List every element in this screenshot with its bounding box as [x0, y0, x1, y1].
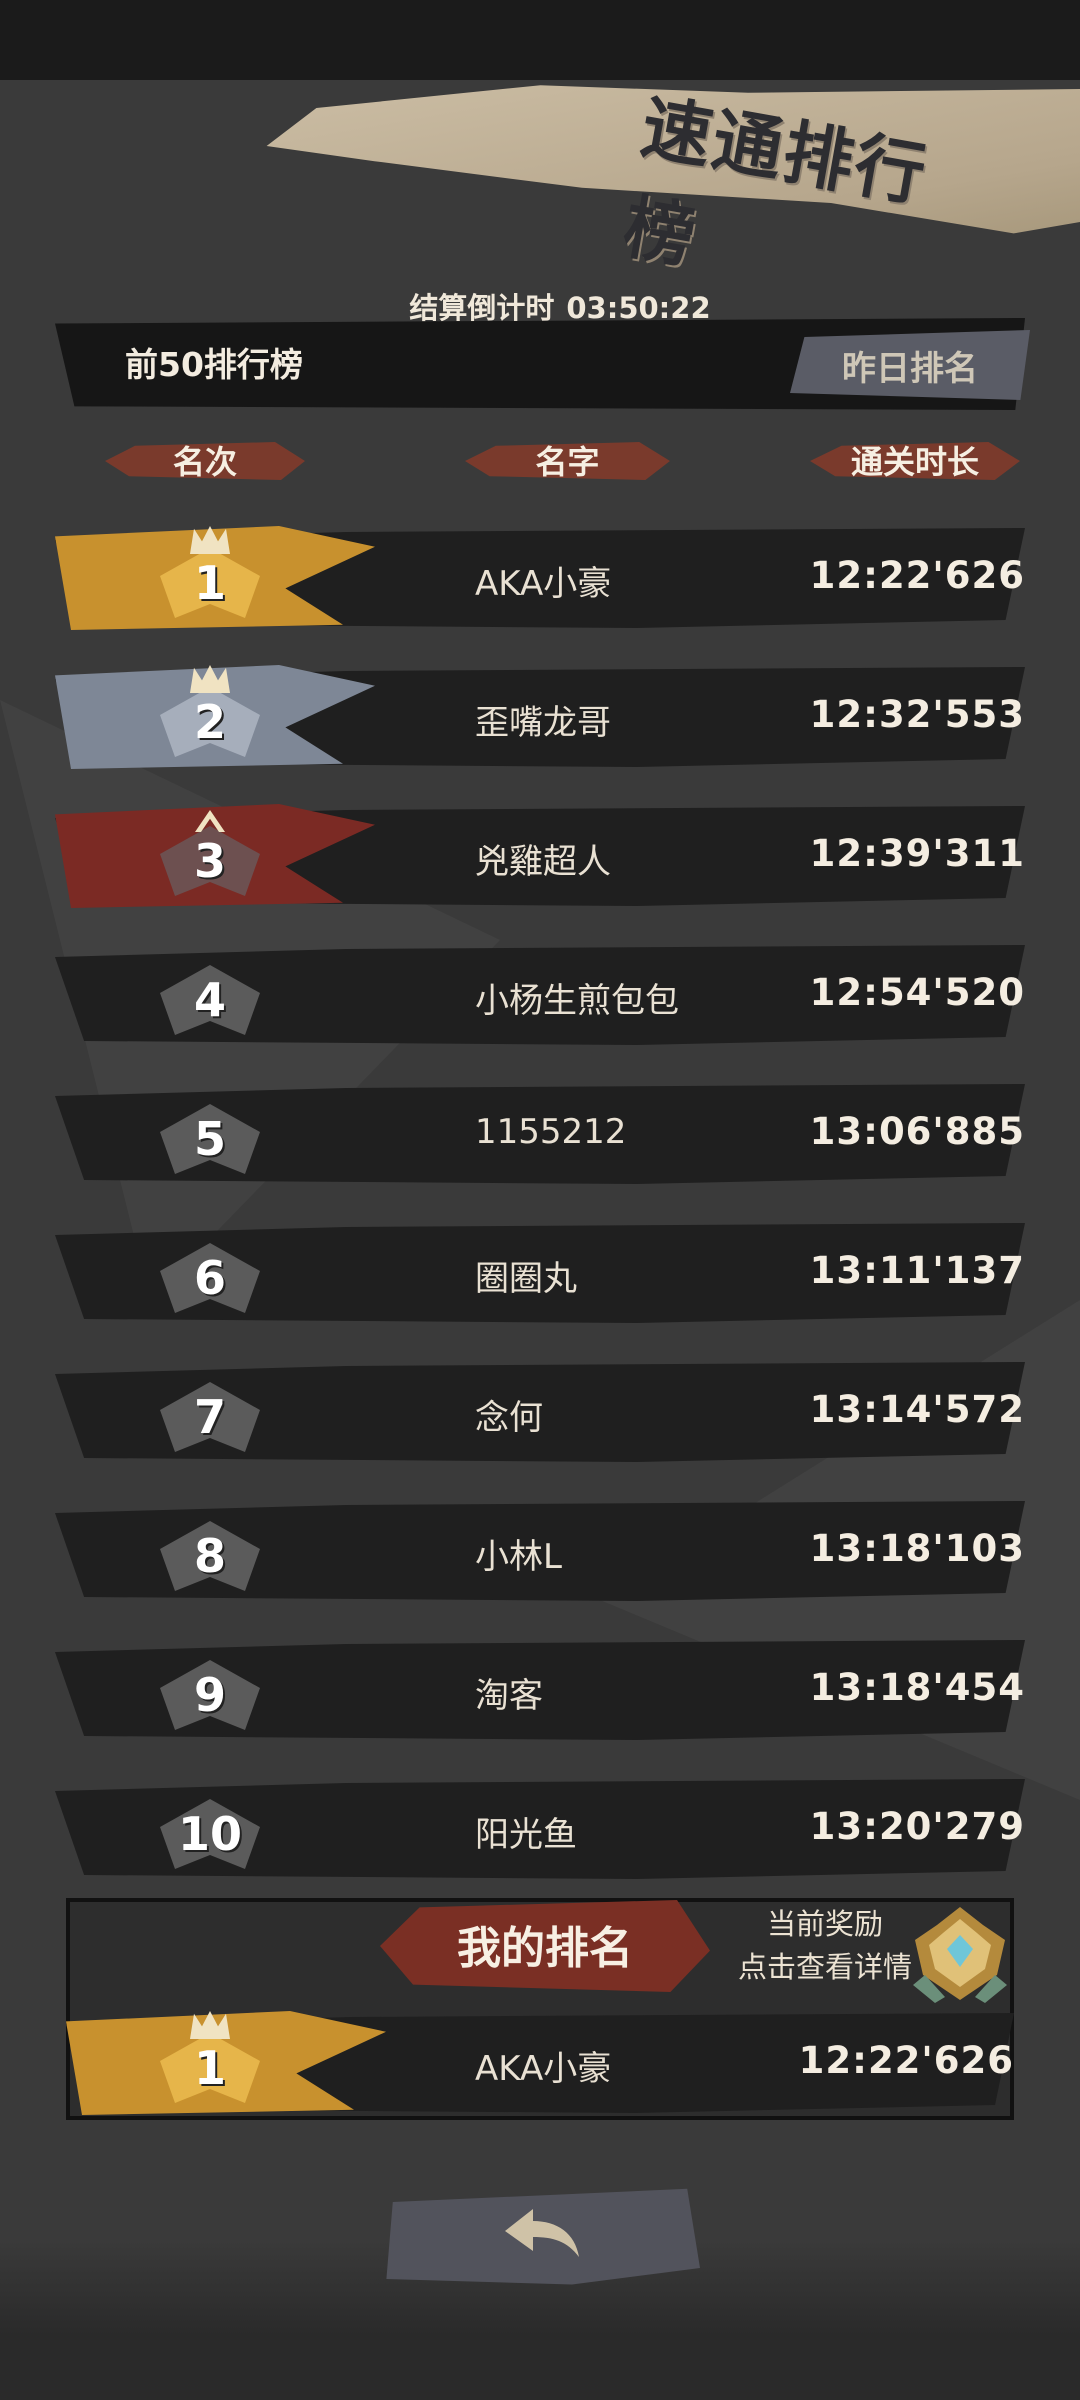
top-status-bar: [0, 0, 1080, 80]
clear-time: 13:18'454: [809, 1666, 1025, 1709]
rank-number: 1: [193, 556, 226, 610]
clear-time: 13:11'137: [809, 1249, 1025, 1292]
clear-time: 12:22'626: [809, 554, 1025, 597]
leaderboard-row[interactable]: 5 1155212 13:06'885: [55, 1076, 1025, 1188]
tab-yesterday-ranking[interactable]: 昨日排名: [790, 330, 1030, 400]
reward-medal-icon[interactable]: [905, 1905, 1015, 2005]
leaderboard-row[interactable]: 4 小杨生煎包包 12:54'520: [55, 937, 1025, 1049]
column-header-name: 名字: [465, 432, 670, 488]
my-ranking-row[interactable]: 1 AKA小豪 12:22'626: [66, 2005, 1014, 2117]
player-name: 歪嘴龙哥: [475, 703, 611, 743]
leaderboard-row[interactable]: 6 圈圈丸 13:11'137: [55, 1215, 1025, 1327]
rank-badge: 5: [150, 1094, 270, 1184]
rank-number: 5: [193, 1112, 226, 1166]
rank-badge: 1: [150, 526, 270, 628]
leaderboard-row[interactable]: 3 兇雞超人 12:39'311: [55, 798, 1025, 910]
leaderboard-row[interactable]: 10 阳光鱼 13:20'279: [55, 1771, 1025, 1883]
rank-badge: 8: [150, 1511, 270, 1601]
rank-number: 10: [177, 1807, 242, 1861]
rank-badge: 7: [150, 1372, 270, 1462]
rank-number: 1: [193, 2041, 226, 2095]
clear-time: 13:20'279: [809, 1805, 1025, 1848]
column-header-time: 通关时长: [810, 432, 1020, 488]
leaderboard-row[interactable]: 1 AKA小豪 12:22'626: [55, 520, 1025, 632]
rank-badge: 10: [150, 1789, 270, 1879]
settlement-countdown: 结算倒计时 03:50:22: [360, 285, 760, 325]
rank-number: 9: [193, 1668, 226, 1722]
tab-top50[interactable]: 前50排行榜: [125, 338, 385, 388]
rank-number: 8: [193, 1529, 226, 1583]
clear-time: 13:06'885: [809, 1110, 1025, 1153]
leaderboard-row[interactable]: 9 淘客 13:18'454: [55, 1632, 1025, 1744]
clear-time: 12:54'520: [809, 971, 1025, 1014]
my-ranking-title: 我的排名: [457, 1923, 633, 1974]
rank-badge: 6: [150, 1233, 270, 1323]
rank-badge: 2: [150, 665, 270, 767]
rank-number: 3: [193, 834, 226, 888]
rank-number: 4: [193, 973, 226, 1027]
clear-time: 12:32'553: [809, 693, 1025, 736]
rank-badge: 1: [150, 2011, 270, 2113]
rank-number: 2: [193, 695, 226, 749]
player-name: 兇雞超人: [475, 842, 611, 882]
rank-number: 6: [193, 1251, 226, 1305]
player-name: 小林L: [475, 1537, 562, 1577]
player-name: 念何: [475, 1398, 543, 1438]
player-name: 1155212: [475, 1112, 627, 1152]
countdown-value: 03:50:22: [566, 291, 711, 325]
rank-badge: 3: [150, 810, 270, 906]
clear-time: 13:18'103: [809, 1527, 1025, 1570]
column-header-rank: 名次: [105, 432, 305, 488]
back-arrow-icon: [495, 2203, 585, 2267]
leaderboard-row[interactable]: 2 歪嘴龙哥 12:32'553: [55, 659, 1025, 771]
player-name: 淘客: [475, 1676, 543, 1716]
player-name: AKA小豪: [475, 564, 612, 604]
rank-badge: 9: [150, 1650, 270, 1740]
clear-time: 12:39'311: [809, 832, 1025, 875]
rank-badge: 4: [150, 955, 270, 1045]
clear-time: 12:22'626: [798, 2039, 1014, 2082]
player-name: 小杨生煎包包: [475, 981, 679, 1021]
rank-number: 7: [193, 1390, 226, 1444]
back-button[interactable]: [386, 2188, 700, 2285]
player-name: 阳光鱼: [475, 1815, 577, 1855]
countdown-label: 结算倒计时: [409, 291, 555, 325]
player-name: 圈圈丸: [475, 1259, 577, 1299]
leaderboard-row[interactable]: 7 念何 13:14'572: [55, 1354, 1025, 1466]
leaderboard-row[interactable]: 8 小林L 13:18'103: [55, 1493, 1025, 1605]
clear-time: 13:14'572: [809, 1388, 1025, 1431]
